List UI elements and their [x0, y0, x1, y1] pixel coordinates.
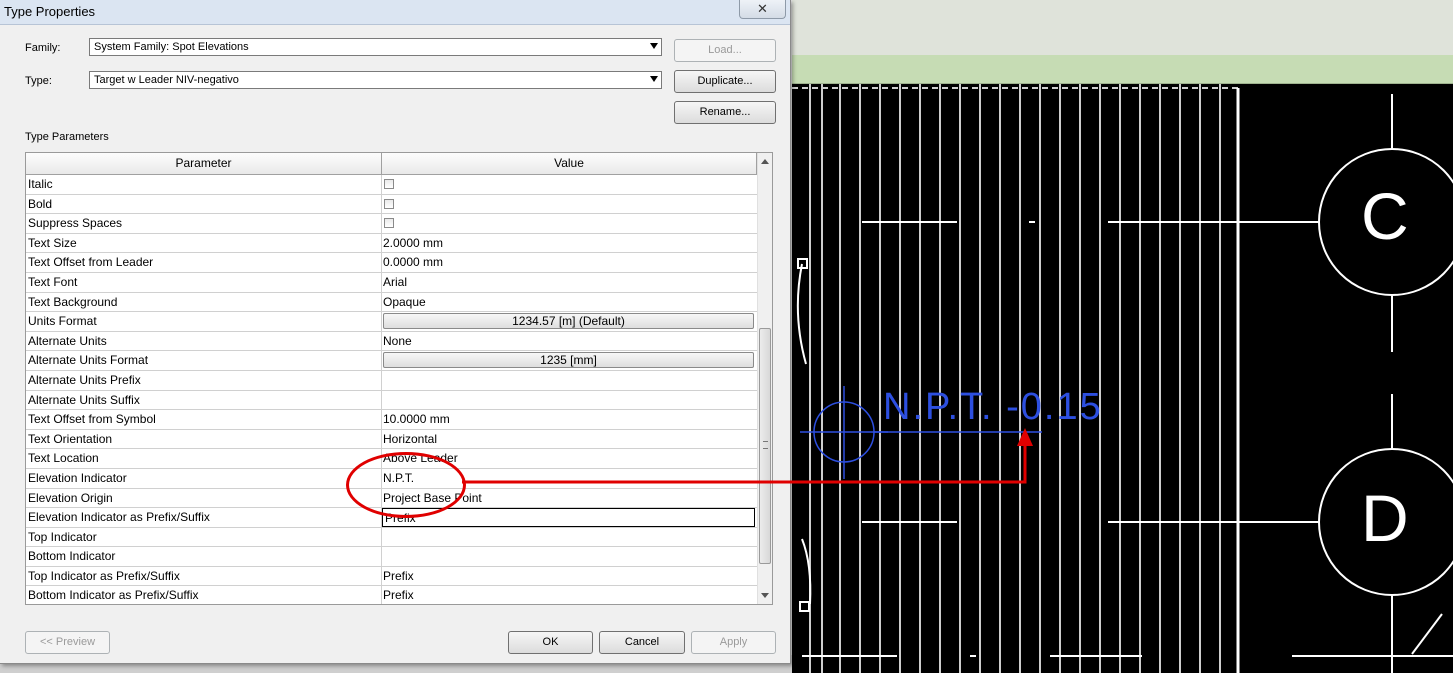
annotation-arrow	[462, 428, 1033, 484]
